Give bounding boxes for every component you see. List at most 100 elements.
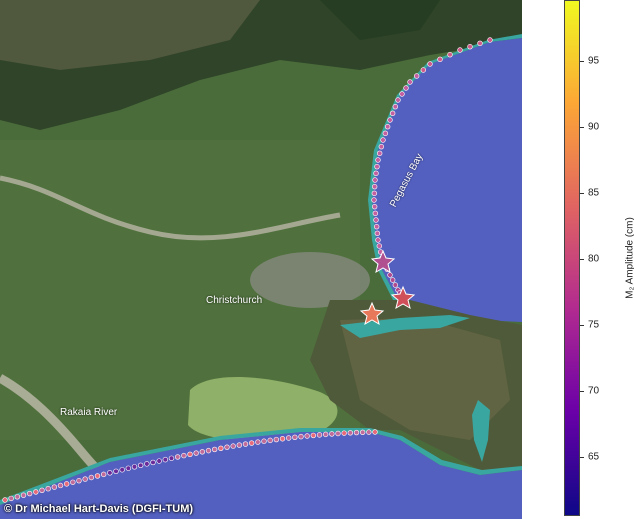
altimetry-point [392,103,399,110]
altimetry-point [292,434,298,440]
altimetry-point [150,459,156,466]
colorbar-tick [580,127,584,128]
altimetry-point [457,47,463,53]
altimetry-point [477,40,483,47]
altimetry-point [437,56,443,63]
altimetry-point [380,137,386,143]
colorbar-tick [580,193,584,194]
altimetry-point [371,203,378,210]
altimetry-point [125,465,132,471]
altimetry-point [156,458,162,464]
altimetry-point [100,471,107,478]
rakaia-river-label: Rakaia River [60,407,118,418]
altimetry-point [39,487,45,494]
altimetry-point [376,243,383,249]
colorbar-panel: 95 90 85 80 75 70 65 M₂ Amplitude (cm) [522,0,634,519]
altimetry-point [387,117,393,123]
altimetry-point [261,438,267,444]
altimetry-point [119,467,125,473]
altimetry-point [372,210,379,217]
altimetry-point [2,497,8,503]
altimetry-point [395,97,401,103]
altimetry-point [8,495,14,502]
altimetry-point [382,130,389,137]
altimetry-point [205,447,212,454]
colorbar-tick-label: 70 [588,385,600,397]
altimetry-point [94,473,101,479]
altimetry-point [329,431,335,437]
altimetry-point [242,441,249,447]
altimetry-point [403,85,409,91]
altimetry-point [389,110,396,117]
altimetry-point [373,217,379,223]
altimetry-point [267,437,273,444]
altimetry-point [335,430,341,437]
colorbar-tick-label: 95 [588,55,600,67]
altimetry-point [387,272,393,278]
altimetry-point [298,433,304,440]
christchurch-urban [250,252,370,308]
colorbar-tick [580,61,584,62]
altimetry-point [14,494,21,500]
altimetry-point [447,51,453,58]
altimetry-point [407,79,413,85]
altimetry-point [378,143,385,150]
altimetry-point [33,489,39,495]
altimetry-point [131,464,138,470]
christchurch-label: Christchurch [206,295,263,306]
altimetry-point [371,183,378,190]
altimetry-point [88,474,95,481]
altimetry-point [487,37,493,43]
altimetry-point [341,430,347,436]
altimetry-point [373,223,380,230]
altimetry-point [467,43,473,50]
colorbar-tick-label: 85 [588,187,600,199]
altimetry-point [218,445,224,451]
altimetry-point [187,451,193,458]
altimetry-point [211,446,218,453]
altimetry-point [76,477,82,484]
image-credit: © Dr Michael Hart-Davis (DGFI-TUM) [4,503,194,515]
altimetry-point [376,150,383,157]
altimetry-point [279,436,286,442]
altimetry-point [373,170,379,177]
colorbar-tick [580,457,584,458]
altimetry-point [113,468,119,474]
altimetry-point [359,429,366,436]
altimetry-point [399,91,405,97]
altimetry-point [82,476,88,482]
altimetry-point [236,442,243,448]
altimetry-point [374,230,381,237]
colorbar-tick [580,391,584,392]
colorbar-gradient [564,0,580,516]
altimetry-point [199,449,206,455]
altimetry-point [322,431,329,438]
altimetry-point [389,277,396,283]
colorbar-tick-label: 75 [588,319,600,331]
colorbar-axis-label: M₂ Amplitude (cm) [624,217,634,299]
altimetry-point [137,462,144,469]
altimetry-point [372,429,378,435]
altimetry-point [310,432,317,439]
altimetry-point [181,452,187,459]
altimetry-point [57,482,64,489]
altimetry-point [371,197,377,203]
altimetry-point [374,163,380,170]
altimetry-point [392,282,399,288]
altimetry-point [420,67,427,73]
altimetry-point [51,484,58,490]
altimetry-point [375,237,381,243]
satellite-map [0,0,522,519]
altimetry-point [427,61,433,67]
altimetry-point [144,461,150,467]
altimetry-point [285,435,292,441]
altimetry-point [20,492,27,498]
altimetry-point [316,432,323,438]
altimetry-point [371,190,378,197]
altimetry-point [70,479,76,485]
altimetry-point [193,450,199,456]
altimetry-point [353,429,360,436]
altimetry-point [26,490,33,497]
altimetry-point [224,444,230,450]
map-panel[interactable]: Christchurch Rakaia River Pegasus Bay © … [0,0,522,519]
